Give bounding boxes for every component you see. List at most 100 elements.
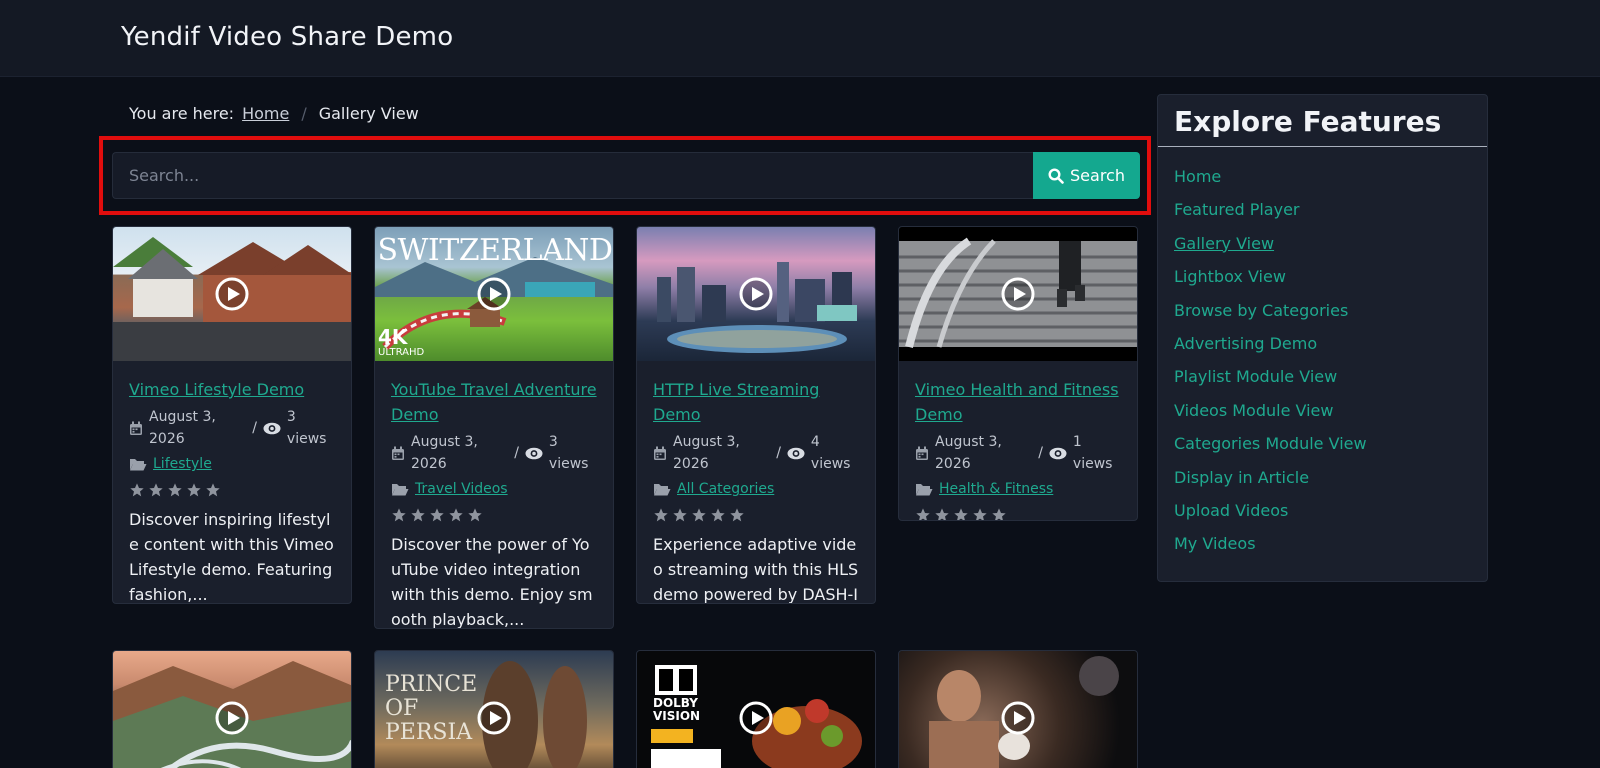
sidebar-item-categories-module-view: Categories Module View bbox=[1174, 434, 1471, 467]
calendar-icon bbox=[392, 446, 404, 460]
star-icon[interactable] bbox=[934, 507, 950, 521]
play-icon[interactable] bbox=[1001, 701, 1035, 735]
video-category: All Categories bbox=[653, 478, 859, 500]
sidebar-link-active[interactable]: Gallery View bbox=[1174, 234, 1274, 253]
thumb-title-text: DOLBY VISION bbox=[653, 696, 701, 723]
meta-separator: / bbox=[514, 445, 519, 461]
star-icon[interactable] bbox=[915, 507, 931, 521]
video-meta: August 3, 2026 / 1 views bbox=[915, 431, 1121, 475]
video-thumbnail[interactable] bbox=[113, 227, 351, 361]
search-button-label: Search bbox=[1070, 166, 1125, 185]
star-icon[interactable] bbox=[710, 507, 726, 523]
sidebar-menu: Home Featured Player Gallery View Lightb… bbox=[1158, 147, 1487, 568]
category-link[interactable]: All Categories bbox=[677, 478, 774, 500]
video-title-link[interactable]: YouTube Travel Adventure Demo bbox=[391, 377, 597, 427]
play-icon[interactable] bbox=[215, 701, 249, 735]
sidebar-link[interactable]: Advertising Demo bbox=[1174, 334, 1317, 353]
star-icon[interactable] bbox=[691, 507, 707, 523]
rating-stars[interactable] bbox=[391, 504, 597, 526]
sidebar-link[interactable]: Lightbox View bbox=[1174, 267, 1286, 286]
star-icon[interactable] bbox=[972, 507, 988, 521]
video-card: DOLBY VISION bbox=[636, 650, 876, 768]
rating-stars[interactable] bbox=[129, 479, 335, 501]
star-icon[interactable] bbox=[953, 507, 969, 521]
video-meta: August 3, 2026 / 3 views bbox=[391, 431, 597, 475]
breadcrumb-separator: / bbox=[301, 104, 307, 123]
folder-open-icon bbox=[916, 484, 933, 496]
video-thumbnail[interactable]: DOLBY VISION bbox=[637, 651, 875, 768]
star-icon[interactable] bbox=[991, 507, 1007, 521]
play-icon[interactable] bbox=[477, 701, 511, 735]
sidebar-link[interactable]: Home bbox=[1174, 167, 1221, 186]
play-icon[interactable] bbox=[215, 277, 249, 311]
star-icon[interactable] bbox=[148, 482, 164, 498]
thumb-badge-text: 4K bbox=[378, 325, 408, 349]
calendar-icon bbox=[130, 421, 142, 435]
meta-separator: / bbox=[1038, 445, 1043, 461]
sidebar-item-browse-by-categories: Browse by Categories bbox=[1174, 301, 1471, 334]
star-icon[interactable] bbox=[448, 507, 464, 523]
eye-icon bbox=[525, 447, 543, 459]
folder-open-icon bbox=[392, 484, 409, 496]
video-description: Discover the power of YouTube video inte… bbox=[391, 535, 593, 629]
video-thumbnail[interactable] bbox=[637, 227, 875, 361]
sidebar-link[interactable]: My Videos bbox=[1174, 534, 1256, 553]
video-category: Travel Videos bbox=[391, 478, 597, 500]
star-icon[interactable] bbox=[729, 507, 745, 523]
rating-stars[interactable] bbox=[915, 504, 1121, 521]
sidebar-link[interactable]: Playlist Module View bbox=[1174, 367, 1337, 386]
sidebar-item-gallery-view: Gallery View bbox=[1174, 234, 1471, 267]
calendar-icon bbox=[916, 446, 928, 460]
star-icon[interactable] bbox=[167, 482, 183, 498]
star-icon[interactable] bbox=[410, 507, 426, 523]
category-link[interactable]: Health & Fitness bbox=[939, 478, 1053, 500]
sidebar-link[interactable]: Upload Videos bbox=[1174, 501, 1288, 520]
search-button[interactable]: Search bbox=[1033, 152, 1140, 199]
play-icon[interactable] bbox=[477, 277, 511, 311]
rating-stars[interactable] bbox=[653, 504, 859, 526]
play-icon[interactable] bbox=[739, 277, 773, 311]
video-views: 1 views bbox=[1072, 434, 1113, 472]
video-views: 4 views bbox=[810, 434, 851, 472]
star-icon[interactable] bbox=[205, 482, 221, 498]
sidebar-link[interactable]: Categories Module View bbox=[1174, 434, 1367, 453]
sidebar-link[interactable]: Featured Player bbox=[1174, 200, 1300, 219]
video-card: HTTP Live Streaming Demo August 3, 2026 … bbox=[636, 226, 876, 604]
meta-separator: / bbox=[252, 420, 257, 436]
star-icon[interactable] bbox=[186, 482, 202, 498]
site-title[interactable]: Yendif Video Share Demo bbox=[121, 22, 453, 52]
video-thumbnail[interactable]: SWITZERLAND 4K ULTRAHD bbox=[375, 227, 613, 361]
category-link[interactable]: Travel Videos bbox=[415, 478, 508, 500]
star-icon[interactable] bbox=[129, 482, 145, 498]
category-link[interactable]: Lifestyle bbox=[153, 453, 212, 475]
video-thumbnail[interactable] bbox=[899, 227, 1137, 361]
video-card: SWITZERLAND 4K ULTRAHD YouTube Travel Ad… bbox=[374, 226, 614, 629]
play-icon[interactable] bbox=[1001, 277, 1035, 311]
folder-open-icon bbox=[654, 484, 671, 496]
video-thumbnail[interactable]: PRINCE OF PERSIA bbox=[375, 651, 613, 768]
video-thumbnail[interactable] bbox=[899, 651, 1137, 768]
sidebar-link[interactable]: Videos Module View bbox=[1174, 401, 1333, 420]
video-title-link[interactable]: HTTP Live Streaming Demo bbox=[653, 377, 859, 427]
star-icon[interactable] bbox=[429, 507, 445, 523]
sidebar-item-advertising-demo: Advertising Demo bbox=[1174, 334, 1471, 367]
sidebar-link[interactable]: Display in Article bbox=[1174, 468, 1309, 487]
video-title-link[interactable]: Vimeo Lifestyle Demo bbox=[129, 377, 335, 402]
breadcrumb-home-link[interactable]: Home bbox=[242, 104, 289, 123]
video-card: Vimeo Health and Fitness Demo August 3, … bbox=[898, 226, 1138, 521]
breadcrumb: You are here: Home / Gallery View bbox=[129, 104, 419, 123]
star-icon[interactable] bbox=[391, 507, 407, 523]
search-input[interactable] bbox=[112, 152, 1033, 199]
eye-icon bbox=[787, 447, 805, 459]
sidebar-link[interactable]: Browse by Categories bbox=[1174, 301, 1348, 320]
sidebar-item-display-in-article: Display in Article bbox=[1174, 468, 1471, 501]
play-icon[interactable] bbox=[739, 701, 773, 735]
breadcrumb-prefix: You are here: bbox=[129, 104, 235, 123]
star-icon[interactable] bbox=[653, 507, 669, 523]
star-icon[interactable] bbox=[467, 507, 483, 523]
sidebar-item-videos-module-view: Videos Module View bbox=[1174, 401, 1471, 434]
star-icon[interactable] bbox=[672, 507, 688, 523]
video-title-link[interactable]: Vimeo Health and Fitness Demo bbox=[915, 377, 1121, 427]
thumb-title-text: SWITZERLAND bbox=[377, 233, 613, 268]
video-thumbnail[interactable] bbox=[113, 651, 351, 768]
